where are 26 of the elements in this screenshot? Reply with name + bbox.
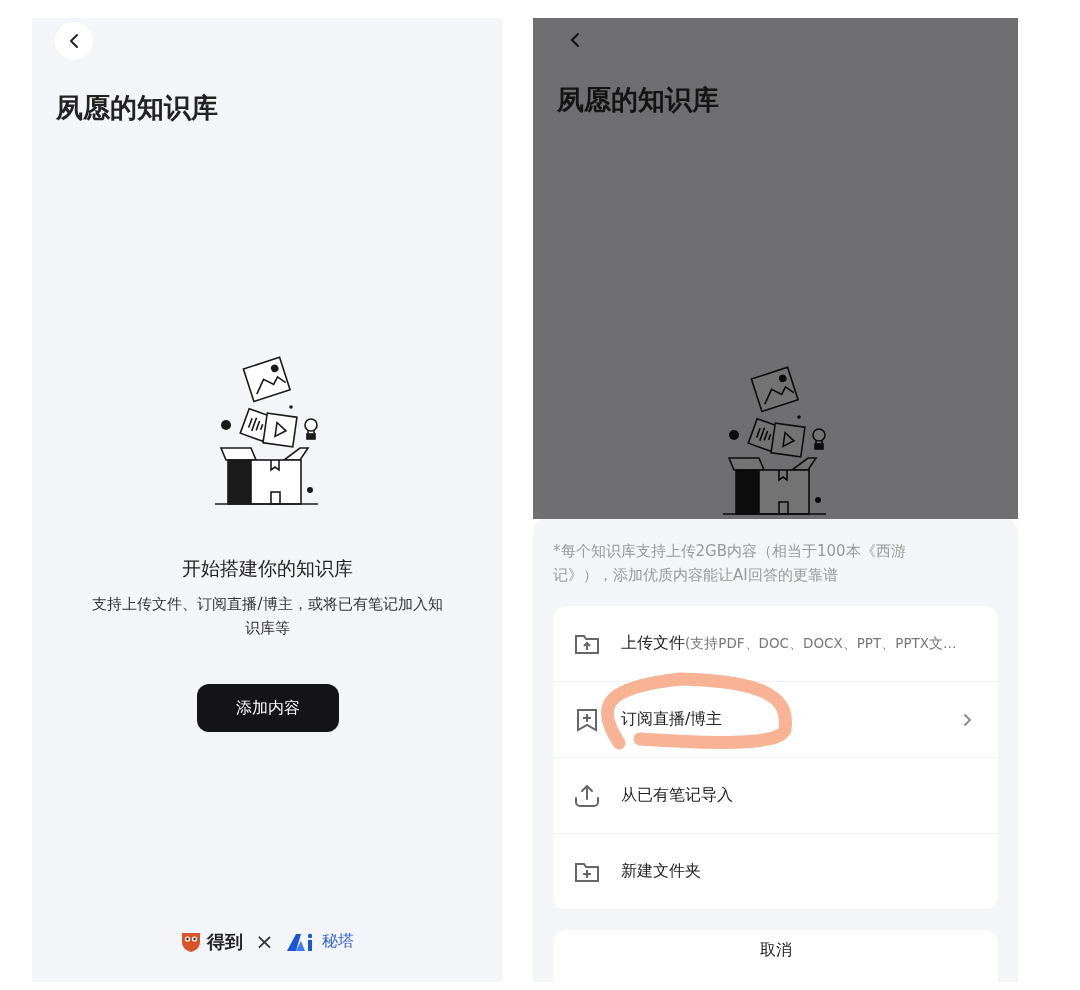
brand-name: 秘塔 [321, 931, 354, 952]
back-icon[interactable] [68, 33, 80, 49]
owl-shield-icon [181, 930, 202, 953]
upload-icon [574, 783, 600, 808]
storage-note: *每个知识库支持上传2GB内容（相当于100本《西游记》），添加优质内容能让AI回答的更靠谱 [553, 541, 907, 586]
file-types-hint: (支持PDF、DOC、DOCX、PPT、PPTX文… [685, 634, 957, 653]
cancel-button[interactable]: 取消 [553, 930, 998, 982]
empty-state-heading: 开始搭建你的知识库 [182, 556, 353, 581]
add-content-button[interactable]: 添加内容 [196, 684, 339, 732]
option-row[interactable]: 新建文件夹 [553, 834, 998, 910]
folder-plus-icon [574, 860, 600, 883]
back-button[interactable] [55, 22, 93, 60]
page-title: 夙愿的知识库 [557, 83, 720, 117]
folder-upload-icon [574, 632, 600, 655]
brand-name: 得到 [207, 929, 244, 954]
page-title: 夙愿的知识库 [56, 91, 219, 125]
bookmark-plus-icon [575, 707, 599, 732]
option-row[interactable]: 订阅直播/博主 [553, 682, 998, 758]
option-label: 上传文件 [621, 633, 685, 654]
option-label: 新建文件夹 [621, 861, 701, 882]
option-label: 订阅直播/博主 [621, 709, 723, 730]
empty-state-description: 支持上传文件、订阅直播/博主，或将已有笔记加入知识库等 [91, 594, 444, 639]
separator-mark: × [255, 929, 274, 954]
option-label: 从已有笔记导入 [621, 785, 733, 806]
option-row[interactable]: 上传文件(支持PDF、DOC、DOCX、PPT、PPTX文… [553, 606, 998, 682]
option-row[interactable]: 从已有笔记导入 [553, 758, 998, 834]
